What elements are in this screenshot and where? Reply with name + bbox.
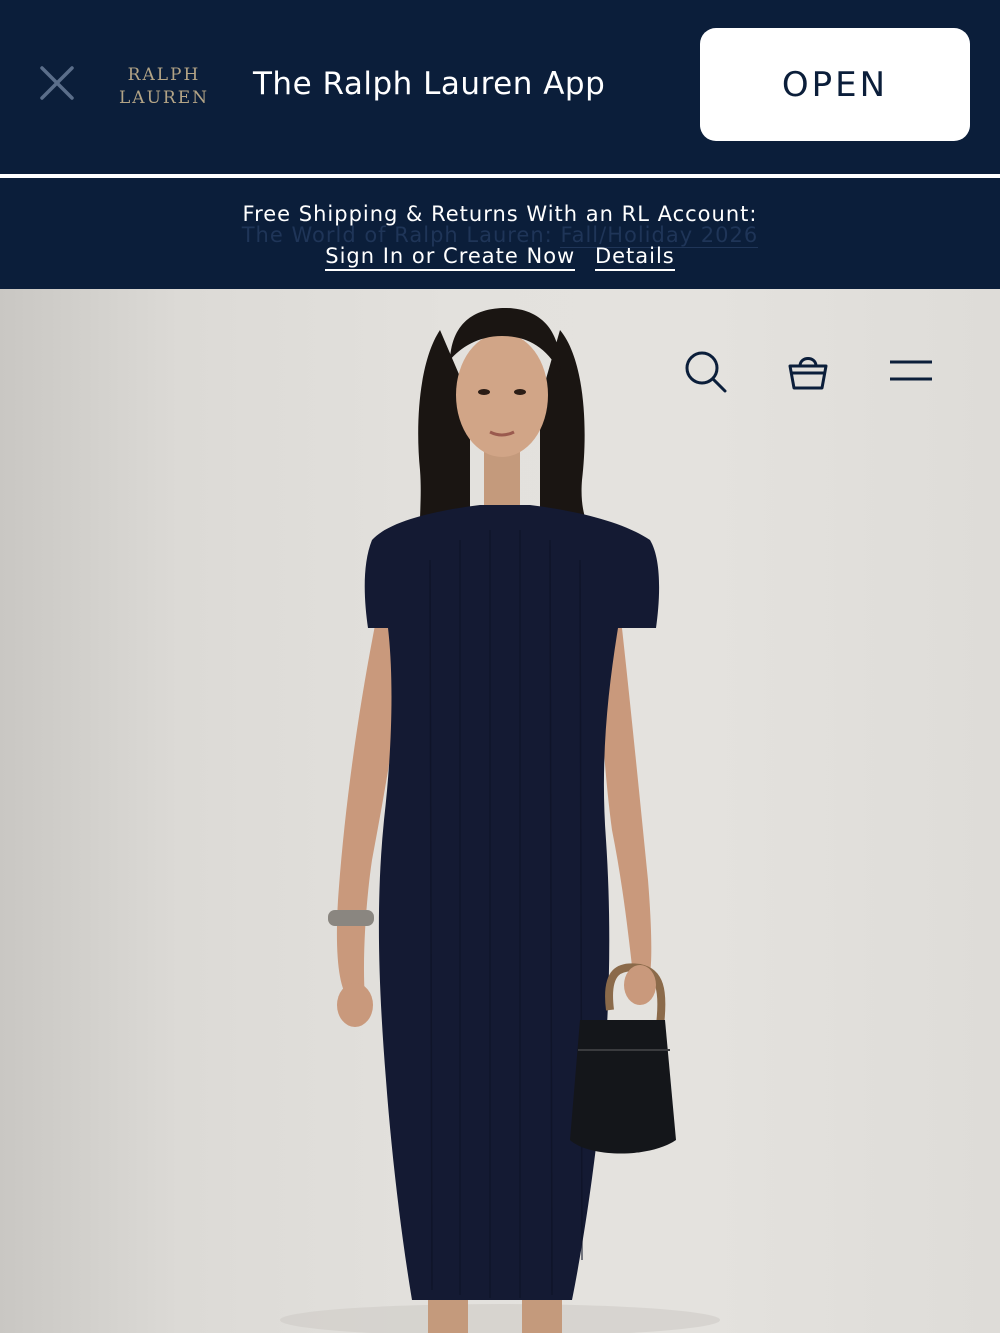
- app-download-banner: RALPH LAUREN The Ralph Lauren App OPEN: [0, 0, 1000, 174]
- search-button[interactable]: [682, 348, 730, 396]
- shopping-bag-button[interactable]: [784, 348, 832, 396]
- ralph-lauren-logo: RALPH LAUREN: [114, 64, 214, 110]
- shopping-bag-icon: [788, 357, 828, 390]
- model-in-navy-dress-image: [280, 308, 720, 1333]
- hero-product-image[interactable]: [0, 289, 1000, 1333]
- promo-bar: Free Shipping & Returns With an RL Accou…: [0, 178, 1000, 289]
- search-icon: [685, 351, 727, 393]
- logo-line-lauren: LAUREN: [119, 88, 209, 108]
- close-icon: [40, 66, 74, 100]
- logo-line-ralph: RALPH: [127, 65, 201, 85]
- menu-button[interactable]: [886, 348, 934, 396]
- open-app-button[interactable]: OPEN: [700, 28, 970, 141]
- close-banner-button[interactable]: [36, 62, 78, 104]
- app-title: The Ralph Lauren App: [253, 66, 606, 102]
- sign-in-link[interactable]: Sign In or Create Now: [325, 244, 576, 271]
- menu-icon: [890, 360, 932, 381]
- details-link[interactable]: Details: [594, 244, 675, 271]
- promo-links: Sign In or Create Now Details: [0, 244, 1000, 271]
